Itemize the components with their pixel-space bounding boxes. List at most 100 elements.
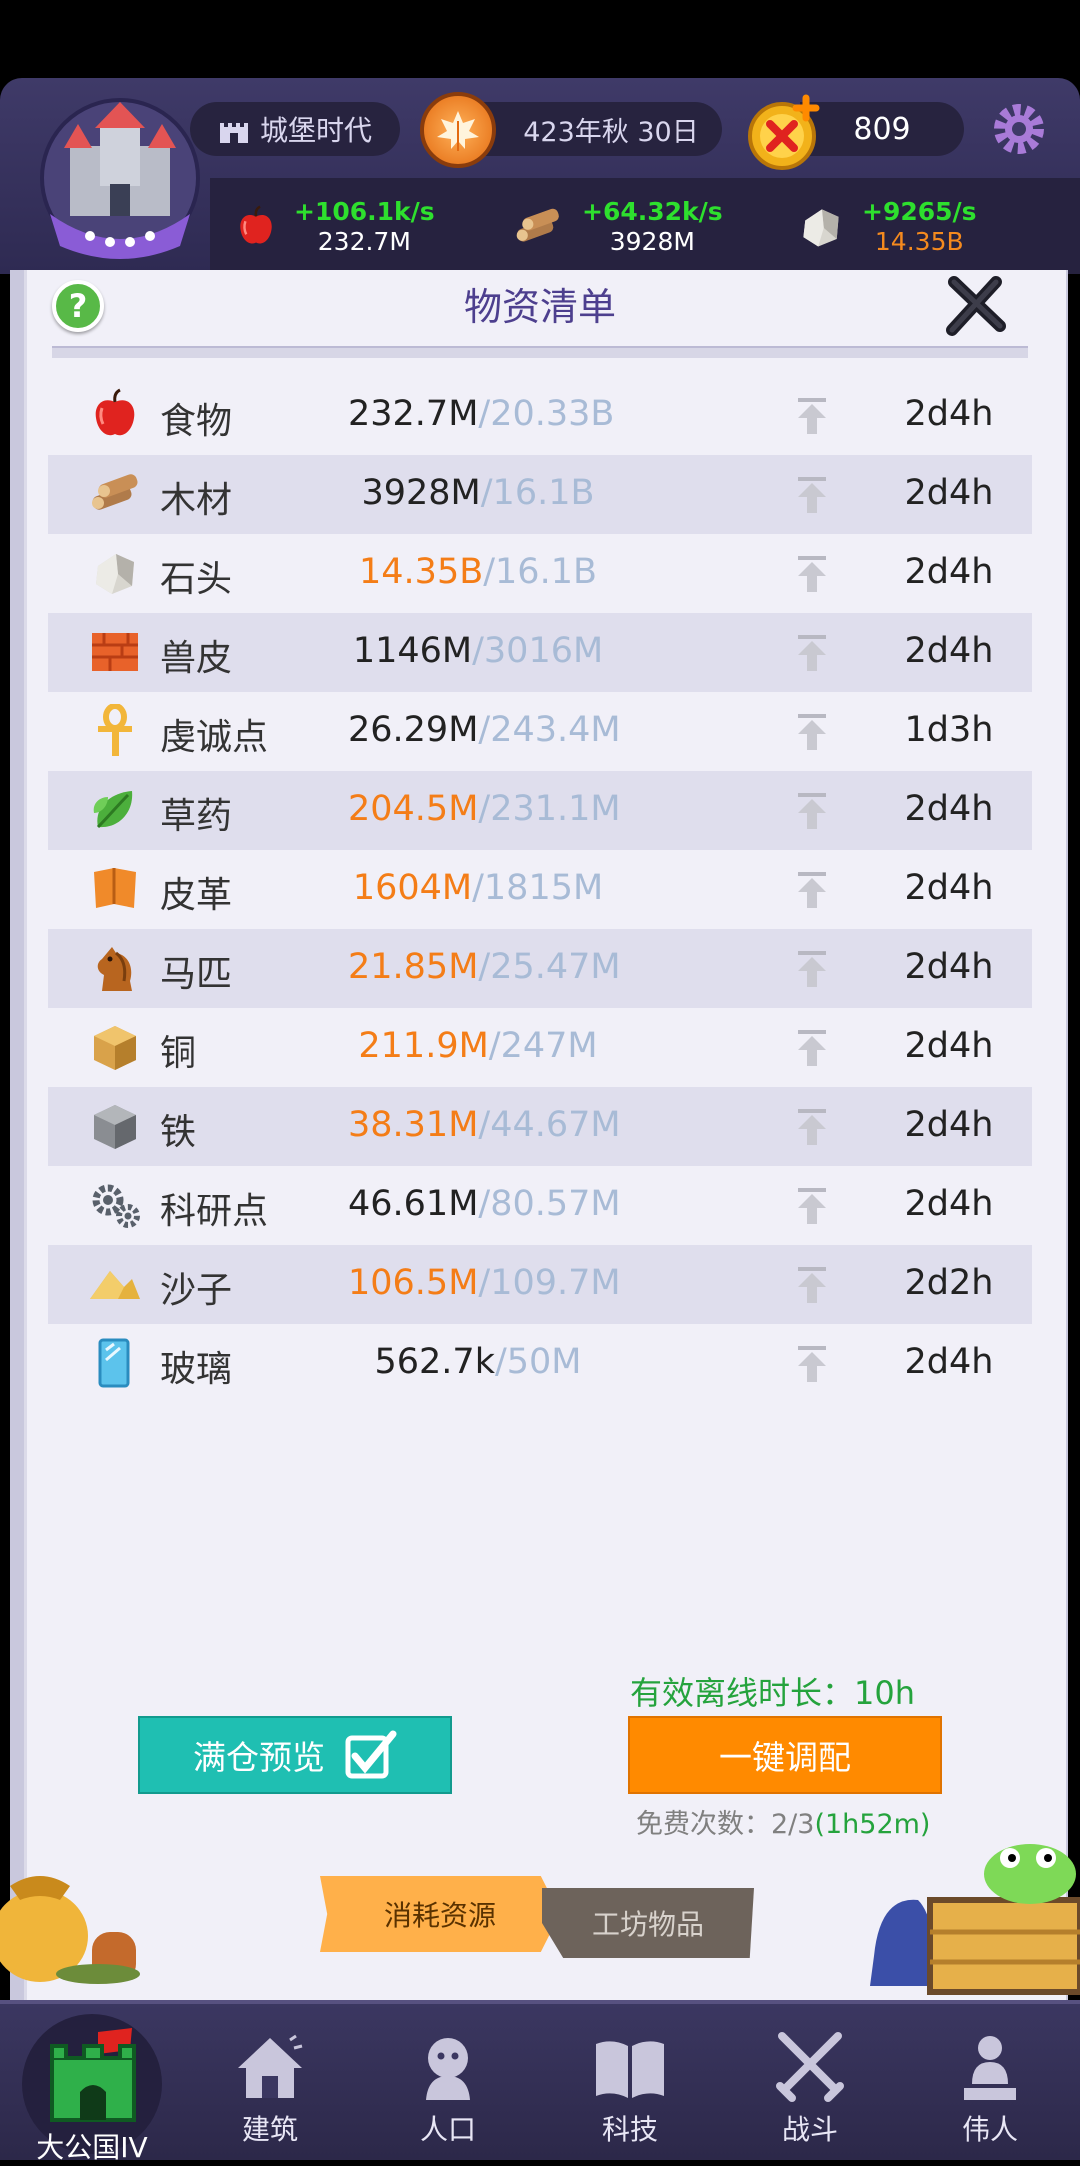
nav-technology[interactable]: 科技 — [560, 2030, 700, 2160]
resource-current: 1146M — [352, 631, 473, 671]
resource-capacity: /80.57M — [478, 1184, 621, 1224]
resource-capacity: /243.4M — [478, 710, 621, 750]
resource-row: 食物 232.7M/20.33B 2d4h — [48, 376, 1032, 455]
resource-name: 铁 — [160, 1112, 197, 1153]
upgrade-arrow-icon[interactable] — [794, 633, 830, 673]
castle-avatar-icon[interactable] — [30, 96, 210, 266]
resource-name: 石头 — [160, 559, 233, 600]
upgrade-arrow-icon[interactable] — [794, 1028, 830, 1068]
offline-duration-label: 有效离线时长：10h — [630, 1674, 916, 1712]
wood-icon — [88, 467, 142, 521]
coin-amount: 809 — [853, 111, 911, 147]
resource-name: 沙子 — [160, 1270, 233, 1311]
resource-amount: 204.5M/231.1M — [348, 789, 621, 829]
resource-capacity: /44.67M — [478, 1105, 621, 1145]
full-storage-preview-button[interactable]: 满仓预览 — [138, 1716, 452, 1794]
resource-capacity: /1815M — [472, 868, 604, 908]
crossed-swords-icon — [776, 2032, 844, 2102]
nav-buildings[interactable]: 建筑 — [200, 2030, 340, 2160]
leather-icon — [88, 862, 142, 916]
resource-amount: 1604M/1815M — [348, 868, 608, 908]
upgrade-arrow-icon[interactable] — [794, 870, 830, 910]
resource-row: 虔诚点 26.29M/243.4M 1d3h — [48, 692, 1032, 771]
resource-current: 46.61M — [348, 1184, 479, 1224]
hud-food-chip: +106.1k/s 232.7M — [234, 192, 435, 262]
resource-capacity: /231.1M — [478, 789, 621, 829]
nav-population[interactable]: 人口 — [378, 2030, 518, 2160]
hud-wood-chip: +64.32k/s 3928M — [510, 192, 723, 262]
time-to-full: 2d4h — [904, 394, 994, 434]
time-to-full: 2d4h — [904, 473, 994, 513]
apple-icon — [88, 388, 142, 442]
castle-tower-icon — [218, 115, 250, 143]
time-to-full: 2d4h — [904, 868, 994, 908]
settings-gear-icon[interactable] — [990, 100, 1048, 158]
upgrade-arrow-icon[interactable] — [794, 475, 830, 515]
research-gears-icon — [88, 1178, 142, 1232]
hide-icon — [88, 625, 142, 679]
resource-row: 铁 38.31M/44.67M 2d4h — [48, 1087, 1032, 1166]
time-to-full: 2d4h — [904, 1342, 994, 1382]
time-to-full: 2d4h — [904, 947, 994, 987]
resource-current: 3928M — [361, 473, 481, 513]
resource-current: 14.35B — [359, 552, 484, 592]
one-click-dispatch-button[interactable]: 一键调配 — [628, 1716, 942, 1794]
nav-population-label: 人口 — [419, 2113, 476, 2146]
era-indicator[interactable]: 城堡时代 — [190, 102, 400, 156]
time-to-full: 1d3h — [904, 710, 994, 750]
gold-coin-icon[interactable] — [744, 92, 824, 172]
upgrade-arrow-icon[interactable] — [794, 1107, 830, 1147]
upgrade-arrow-icon[interactable] — [794, 396, 830, 436]
time-to-full: 2d2h — [904, 1263, 994, 1303]
upgrade-arrow-icon[interactable] — [794, 1186, 830, 1226]
bottom-nav — [0, 2000, 1080, 2160]
nav-home[interactable]: 大公国IV — [22, 2010, 162, 2164]
resource-capacity: /109.7M — [478, 1263, 621, 1303]
nav-battle[interactable]: 战斗 — [740, 2030, 880, 2160]
resource-capacity: /16.1B — [480, 473, 595, 513]
close-icon[interactable] — [944, 276, 1006, 338]
resource-row: 草药 204.5M/231.1M 2d4h — [48, 771, 1032, 850]
resource-amount: 21.85M/25.47M — [348, 947, 621, 987]
copper-icon — [88, 1020, 142, 1074]
horse-icon — [88, 941, 142, 995]
resource-amount: 211.9M/247M — [348, 1026, 608, 1066]
upgrade-arrow-icon[interactable] — [794, 554, 830, 594]
autumn-leaf-icon[interactable] — [420, 92, 496, 168]
resource-row: 铜 211.9M/247M 2d4h — [48, 1008, 1032, 1087]
nav-great-people[interactable]: 伟人 — [920, 2030, 1060, 2160]
resource-amount: 46.61M/80.57M — [348, 1184, 621, 1224]
book-icon — [596, 2041, 664, 2098]
tab-workshop-label: 工坊物品 — [591, 1908, 704, 1941]
resource-current: 562.7k — [374, 1342, 495, 1382]
resource-capacity: /20.33B — [478, 394, 615, 434]
resource-current: 38.31M — [348, 1105, 479, 1145]
food-amount: 232.7M — [317, 227, 411, 256]
tab-consume-label: 消耗资源 — [383, 1899, 496, 1932]
upgrade-arrow-icon[interactable] — [794, 1344, 830, 1384]
upgrade-arrow-icon[interactable] — [794, 791, 830, 831]
panel-title: 物资清单 — [463, 285, 616, 329]
date-label: 423年秋 30日 — [523, 116, 699, 148]
tab-consume-resources[interactable]: 消耗资源 — [320, 1876, 560, 1952]
time-to-full: 2d4h — [904, 1105, 994, 1145]
glass-icon — [88, 1336, 142, 1390]
upgrade-arrow-icon[interactable] — [794, 1265, 830, 1305]
resource-capacity: /25.47M — [478, 947, 621, 987]
resource-name: 皮革 — [160, 875, 233, 916]
green-castle-icon — [50, 2028, 136, 2122]
ankh-icon — [88, 704, 142, 758]
coin-counter: 809 — [800, 102, 964, 156]
stone-rate: +9265/s — [862, 197, 977, 226]
upgrade-arrow-icon[interactable] — [794, 949, 830, 989]
upgrade-arrow-icon[interactable] — [794, 712, 830, 752]
tab-workshop-items[interactable]: 工坊物品 — [542, 1888, 754, 1958]
resource-list: 食物 232.7M/20.33B 2d4h 木材 3928M/16.1B 2d4h 石头 14… — [48, 376, 1032, 1403]
time-to-full: 2d4h — [904, 552, 994, 592]
resource-current: 106.5M — [348, 1263, 479, 1303]
apple-icon — [234, 202, 278, 252]
resource-name: 虔诚点 — [160, 717, 269, 758]
resource-name: 草药 — [160, 796, 233, 837]
resource-current: 21.85M — [348, 947, 479, 987]
coin-sack-decoration-icon — [0, 1856, 150, 1986]
